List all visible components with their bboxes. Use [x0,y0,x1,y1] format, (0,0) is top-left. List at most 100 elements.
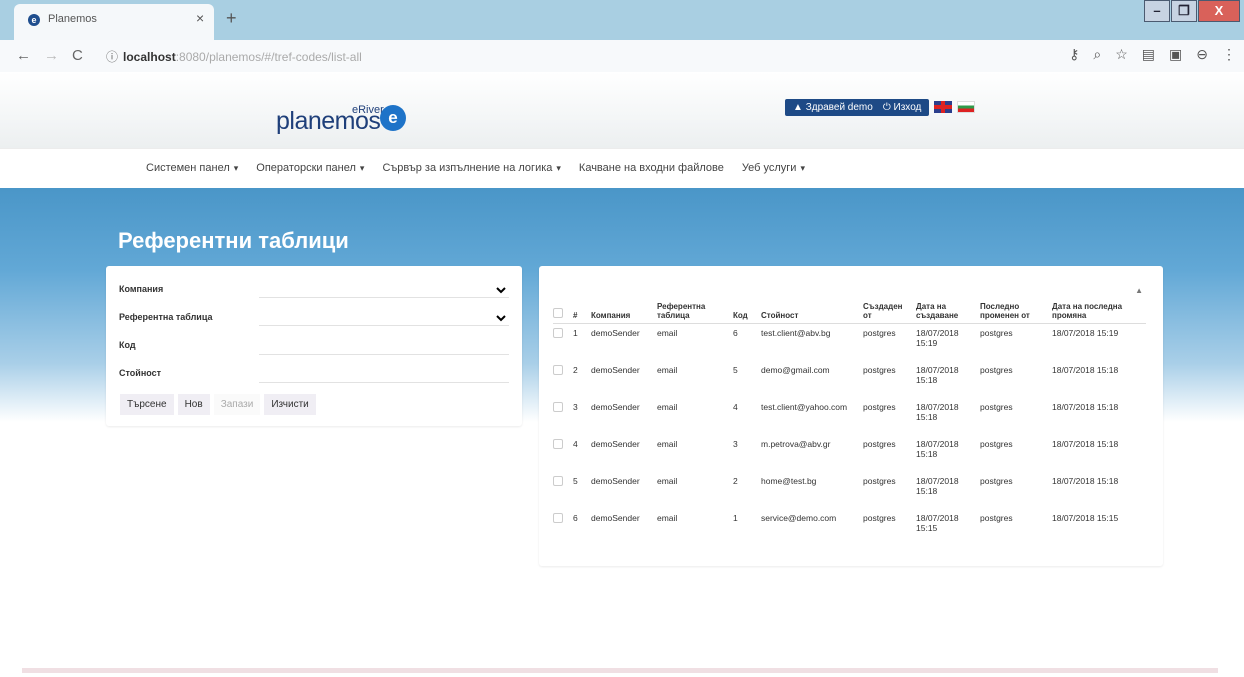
forward-arrow-icon[interactable]: → [44,47,59,64]
table-row[interactable]: 6 demoSender email 1 service@demo.com po… [553,509,1146,546]
extension-icon[interactable]: ▤ [1142,46,1155,63]
page-title: Референтни таблици [118,228,349,253]
new-button[interactable]: Нов [177,394,210,415]
nav-item-upload-files[interactable]: Качване на входни файлове [579,162,724,174]
cell-ref-table: email [657,476,678,486]
company-select[interactable] [259,282,509,298]
cell-code: 3 [733,439,738,449]
table-row[interactable]: 4 demoSender email 3 m.petrova@abv.gr po… [553,435,1146,472]
col-modified-by[interactable]: Последно променен от [980,282,1052,324]
select-all-checkbox[interactable] [553,282,573,324]
nav-item-label: Качване на входни файлове [578,162,724,174]
nav-item-logic-server[interactable]: Сървър за изпълнение на логика ▾ [382,162,560,174]
col-ref-table[interactable]: Референтна таблица [657,282,733,324]
row-checkbox[interactable] [553,402,563,412]
browser-tab[interactable]: e Planemos × [14,4,214,40]
cell-num: 2 [573,365,578,375]
logout-link[interactable]: ⏻ Изход [883,102,922,113]
col-value[interactable]: Стойност [761,282,863,324]
nav-item-system-panel[interactable]: Системен панел ▾ [146,162,238,174]
chevron-down-icon: ▾ [233,163,239,173]
col-num: # [573,282,591,324]
table-row[interactable]: 2 demoSender email 5 demo@gmail.com post… [553,361,1146,398]
window-close-button[interactable]: X [1198,0,1240,22]
cell-num: 3 [573,402,578,412]
star-icon[interactable]: ☆ [1115,46,1128,63]
results-table: # Компания Референтна таблица Код Стойно… [553,282,1146,546]
cell-value: m.petrova@abv.gr [761,439,831,449]
tab-close-icon[interactable]: × [196,10,204,26]
table-row[interactable]: 3 demoSender email 4 test.client@yahoo.c… [553,398,1146,435]
col-modified-at[interactable]: Дата на последна промяна [1052,282,1146,324]
col-created-by[interactable]: Създаден от [863,282,916,324]
maximize-button[interactable]: ❐ [1171,0,1197,22]
cell-created-by: postgres [863,328,896,338]
cell-created-by: postgres [863,439,896,449]
value-row: Стойност [119,366,514,388]
address-bar: ← → C ⓘ localhost:8080/planemos/#/tref-co… [0,40,1244,73]
value-input[interactable] [259,366,509,383]
screenshot-icon[interactable]: ▣ [1169,46,1182,63]
logout-label: Изход [893,101,922,113]
cell-value: service@demo.com [761,513,837,523]
cell-company: demoSender [591,365,640,375]
ref-table-row: Референтна таблица [119,310,514,332]
cell-code: 4 [733,402,738,412]
row-checkbox[interactable] [553,476,563,486]
cell-ref-table: email [657,402,678,412]
nav-item-web-services[interactable]: Уеб услуги ▾ [742,162,805,174]
value-label: Стойност [119,368,162,378]
zoom-icon[interactable]: ⌕ [1093,46,1101,63]
code-label: Код [119,340,136,350]
reload-icon[interactable]: C [72,47,83,64]
bulgarian-flag-icon[interactable] [957,101,976,113]
clear-button[interactable]: Изчисти [264,394,316,415]
ref-table-select[interactable] [259,310,509,326]
back-arrow-icon[interactable]: ← [16,47,31,64]
cell-ref-table: email [657,439,678,449]
col-company[interactable]: Компания [591,282,657,324]
filter-form: Компания Референтна таблица Код Стойност… [106,266,522,426]
english-flag-icon[interactable] [934,101,953,113]
cell-value: test.client@yahoo.com [761,402,848,412]
company-label: Компания [119,284,164,294]
profile-icon[interactable]: ⊖ [1196,46,1208,63]
user-link[interactable]: ▲ Здравей demo [793,102,873,113]
chevron-down-icon: ▾ [800,163,805,173]
row-checkbox[interactable] [553,365,563,375]
cell-created-at: 18/07/2018 15:19 [916,328,959,348]
cell-ref-table: email [657,328,678,338]
search-button[interactable]: Търсене [120,394,174,415]
table-row[interactable]: 1 demoSender email 6 test.client@abv.bg … [553,324,1146,362]
cell-modified-at: 18/07/2018 15:15 [1052,513,1119,523]
row-checkbox[interactable] [553,513,563,523]
cell-modified-at: 18/07/2018 15:19 [1052,328,1119,338]
cell-code: 6 [733,328,738,338]
nav-item-label: Системен панел [146,162,230,174]
user-label: Здравей demo [805,101,873,113]
key-icon[interactable]: ⚷ [1069,46,1079,63]
col-created-at[interactable]: Дата на създаване [916,282,980,324]
code-input[interactable] [259,338,509,355]
nav-item-operator-panel[interactable]: Операторски панел ▾ [256,162,364,174]
menu-icon[interactable]: ⋮ [1222,46,1236,63]
company-row: Компания [119,282,514,304]
new-tab-button[interactable]: + [226,8,237,29]
url-path: :8080/planemos/#/tref-codes/list-all [175,50,362,64]
row-checkbox[interactable] [553,328,563,338]
page-header [0,72,1244,148]
cell-created-at: 18/07/2018 15:18 [916,365,959,385]
cell-value: test.client@abv.bg [761,328,831,338]
save-button[interactable]: Запази [213,394,261,415]
url-field[interactable]: ⓘ localhost:8080/planemos/#/tref-codes/li… [106,48,362,65]
row-checkbox[interactable] [553,439,563,449]
user-bar: ▲ Здравей demo ⏻ Изход [785,97,976,117]
table-row[interactable]: 5 demoSender email 2 home@test.bg postgr… [553,472,1146,509]
cell-created-by: postgres [863,513,896,523]
code-row: Код [119,338,514,360]
col-code[interactable]: Код [733,282,761,324]
nav-item-label: Операторски панел [256,162,356,174]
cell-value: demo@gmail.com [761,365,830,375]
browser-tabbar: e Planemos × + – ❐ X [0,0,1244,40]
minimize-button[interactable]: – [1144,0,1170,22]
